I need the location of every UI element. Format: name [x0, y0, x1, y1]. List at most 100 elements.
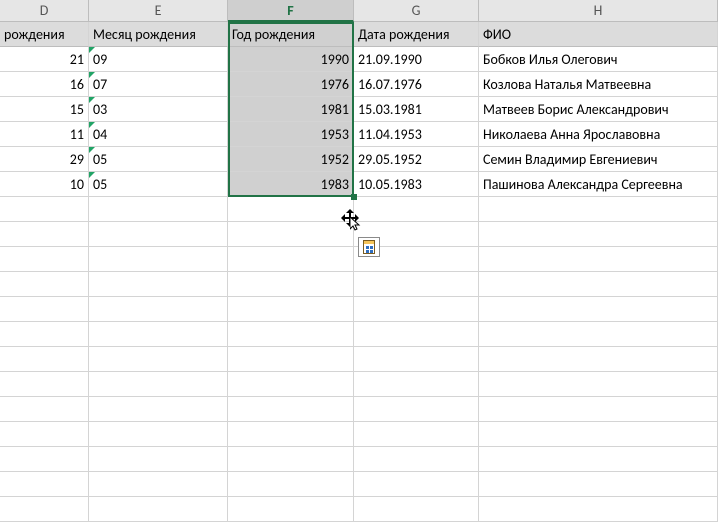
cell-G-r1[interactable]: 16.07.1976 [354, 72, 479, 97]
cell-empty[interactable] [479, 322, 718, 347]
cell-header-F[interactable]: Год рождения [228, 22, 354, 47]
cell-E-r3[interactable]: 04 [89, 122, 228, 147]
cell-empty[interactable] [0, 297, 89, 322]
cell-empty[interactable] [0, 247, 89, 272]
cell-D-r3[interactable]: 11 [0, 122, 89, 147]
cell-empty[interactable] [479, 222, 718, 247]
spreadsheet-grid[interactable]: D E F G H рождения Месяц рождения Год ро… [0, 0, 718, 522]
cell-empty[interactable] [228, 197, 354, 222]
cell-empty[interactable] [0, 422, 89, 447]
col-header-H[interactable]: H [479, 0, 718, 22]
cell-empty[interactable] [479, 497, 718, 522]
cell-empty[interactable] [479, 397, 718, 422]
cell-empty[interactable] [479, 197, 718, 222]
cell-H-r4[interactable]: Семин Владимир Евгениевич [479, 147, 718, 172]
cell-empty[interactable] [0, 472, 89, 497]
cell-empty[interactable] [479, 297, 718, 322]
cell-empty[interactable] [89, 347, 228, 372]
cell-empty[interactable] [89, 197, 228, 222]
cell-empty[interactable] [479, 447, 718, 472]
cell-F-r2[interactable]: 1981 [228, 97, 354, 122]
cell-empty[interactable] [89, 397, 228, 422]
cell-empty[interactable] [228, 397, 354, 422]
cell-F-r0[interactable]: 1990 [228, 47, 354, 72]
cell-D-r1[interactable]: 16 [0, 72, 89, 97]
cell-E-r4[interactable]: 05 [89, 147, 228, 172]
cell-empty[interactable] [89, 497, 228, 522]
cell-empty[interactable] [479, 372, 718, 397]
cell-empty[interactable] [228, 247, 354, 272]
cell-F-r4[interactable]: 1952 [228, 147, 354, 172]
cell-empty[interactable] [354, 422, 479, 447]
cell-D-r5[interactable]: 10 [0, 172, 89, 197]
col-header-G[interactable]: G [354, 0, 479, 22]
cell-empty[interactable] [0, 222, 89, 247]
cell-G-r2[interactable]: 15.03.1981 [354, 97, 479, 122]
cell-empty[interactable] [0, 272, 89, 297]
cell-F-r3[interactable]: 1953 [228, 122, 354, 147]
cell-H-r3[interactable]: Николаева Анна Ярославовна [479, 122, 718, 147]
cell-empty[interactable] [354, 347, 479, 372]
cell-empty[interactable] [89, 422, 228, 447]
cell-empty[interactable] [89, 247, 228, 272]
fill-handle[interactable] [351, 194, 357, 200]
cell-empty[interactable] [89, 447, 228, 472]
cell-E-r2[interactable]: 03 [89, 97, 228, 122]
cell-header-E[interactable]: Месяц рождения [89, 22, 228, 47]
cell-H-r5[interactable]: Пашинова Александра Сергеевна [479, 172, 718, 197]
cell-E-r0[interactable]: 09 [89, 47, 228, 72]
cell-empty[interactable] [89, 297, 228, 322]
cell-empty[interactable] [89, 472, 228, 497]
cell-empty[interactable] [479, 422, 718, 447]
cell-empty[interactable] [479, 247, 718, 272]
cell-empty[interactable] [228, 422, 354, 447]
cell-D-r0[interactable]: 21 [0, 47, 89, 72]
cell-G-r4[interactable]: 29.05.1952 [354, 147, 479, 172]
col-header-D[interactable]: D [0, 0, 89, 22]
cell-H-r1[interactable]: Козлова Наталья Матвеевна [479, 72, 718, 97]
cell-header-H[interactable]: ФИО [479, 22, 718, 47]
cell-empty[interactable] [89, 322, 228, 347]
cell-H-r0[interactable]: Бобков Илья Олегович [479, 47, 718, 72]
cell-empty[interactable] [354, 497, 479, 522]
cell-F-r1[interactable]: 1976 [228, 72, 354, 97]
cell-empty[interactable] [228, 472, 354, 497]
cell-empty[interactable] [89, 272, 228, 297]
cell-D-r2[interactable]: 15 [0, 97, 89, 122]
cell-E-r5[interactable]: 05 [89, 172, 228, 197]
cell-empty[interactable] [228, 347, 354, 372]
cell-E-r1[interactable]: 07 [89, 72, 228, 97]
cell-empty[interactable] [354, 472, 479, 497]
cell-empty[interactable] [228, 447, 354, 472]
cell-empty[interactable] [479, 272, 718, 297]
cell-empty[interactable] [228, 272, 354, 297]
cell-header-D[interactable]: рождения [0, 22, 89, 47]
cell-H-r2[interactable]: Матвеев Борис Александрович [479, 97, 718, 122]
cell-empty[interactable] [354, 272, 479, 297]
cell-G-r3[interactable]: 11.04.1953 [354, 122, 479, 147]
cell-empty[interactable] [0, 347, 89, 372]
cell-empty[interactable] [354, 322, 479, 347]
cell-F-r5[interactable]: 1983 [228, 172, 354, 197]
cell-empty[interactable] [228, 372, 354, 397]
cell-D-r4[interactable]: 29 [0, 147, 89, 172]
cell-G-r0[interactable]: 21.09.1990 [354, 47, 479, 72]
cell-empty[interactable] [354, 397, 479, 422]
cell-empty[interactable] [0, 197, 89, 222]
cell-empty[interactable] [354, 372, 479, 397]
cell-empty[interactable] [0, 372, 89, 397]
cell-empty[interactable] [228, 297, 354, 322]
cell-empty[interactable] [354, 197, 479, 222]
cell-empty[interactable] [0, 397, 89, 422]
cell-G-r5[interactable]: 10.05.1983 [354, 172, 479, 197]
col-header-E[interactable]: E [89, 0, 228, 22]
cell-empty[interactable] [228, 497, 354, 522]
paste-options-button[interactable] [358, 237, 380, 257]
cell-empty[interactable] [0, 447, 89, 472]
cell-empty[interactable] [228, 322, 354, 347]
cell-empty[interactable] [0, 322, 89, 347]
cell-empty[interactable] [0, 497, 89, 522]
cell-empty[interactable] [89, 372, 228, 397]
col-header-F[interactable]: F [228, 0, 354, 22]
cell-header-G[interactable]: Дата рождения [354, 22, 479, 47]
